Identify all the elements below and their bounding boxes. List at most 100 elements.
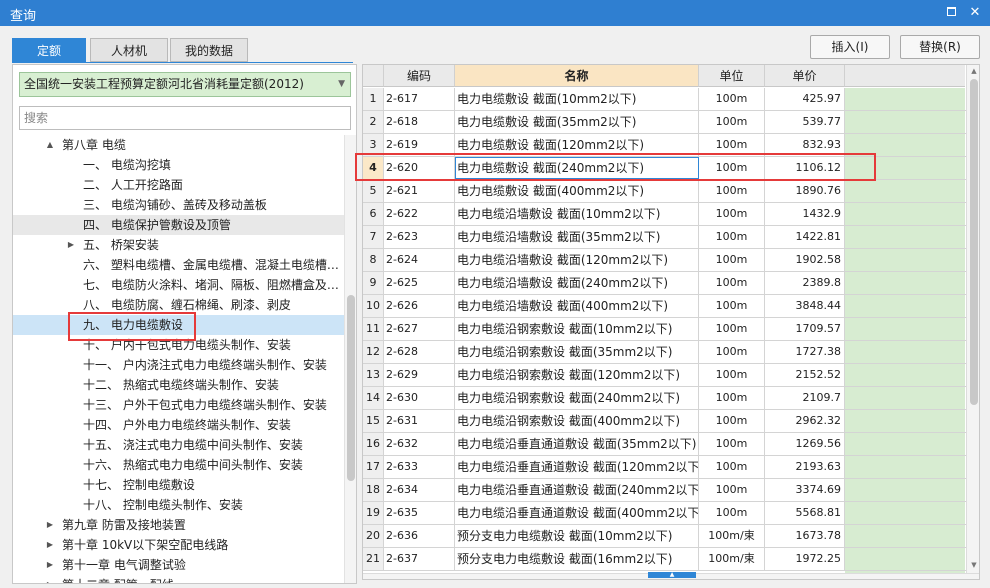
name-cell: 电力电缆沿钢索敷设 截面(35mm2以下) bbox=[455, 341, 699, 363]
tree-scrollbar[interactable] bbox=[344, 135, 356, 583]
expand-arrow-icon[interactable]: ▶ bbox=[45, 575, 55, 583]
tab-labor-material-machine[interactable]: 人材机 bbox=[90, 38, 168, 62]
grid-scrollbar-thumb[interactable] bbox=[970, 79, 978, 405]
price-cell: 5568.81 bbox=[765, 502, 845, 524]
table-row[interactable]: 6 2-622 电力电缆沿墙敷设 截面(10mm2以下) 100m 1432.9 bbox=[363, 203, 967, 226]
tree-item[interactable]: 十七、 控制电缆敷设 bbox=[13, 475, 344, 495]
expand-arrow-icon[interactable]: ▶ bbox=[45, 555, 55, 575]
tab-quota[interactable]: 定额 bbox=[12, 38, 86, 62]
table-row[interactable]: 9 2-625 电力电缆沿墙敷设 截面(240mm2以下) 100m 2389.8 bbox=[363, 272, 967, 295]
tree-item[interactable]: 十四、 户外电力电缆终端头制作、安装 bbox=[13, 415, 344, 435]
table-row[interactable]: 21 2-637 预分支电力电缆敷设 截面(16mm2以下) 100m/束 1972.2… bbox=[363, 548, 967, 571]
code-column-header[interactable]: 编码 bbox=[384, 65, 455, 87]
name-cell: 电力电缆敷设 截面(240mm2以下) bbox=[455, 157, 699, 179]
name-column-header[interactable]: 名称 bbox=[455, 65, 699, 87]
tree-item[interactable]: ▶ 第十章 10kV以下架空配电线路 bbox=[13, 535, 344, 555]
tree-item[interactable]: 十五、 浇注式电力电缆中间头制作、安装 bbox=[13, 435, 344, 455]
tab-my-data[interactable]: 我的数据 bbox=[170, 38, 248, 62]
filler-cell bbox=[845, 341, 965, 363]
tree-item[interactable]: 九、 电力电缆敷设 bbox=[13, 315, 344, 335]
name-cell: 电力电缆沿墙敷设 截面(10mm2以下) bbox=[455, 203, 699, 225]
expand-arrow-icon[interactable]: ▶ bbox=[45, 535, 55, 555]
grid-horizontal-scrollbar[interactable]: ▲ bbox=[363, 572, 979, 579]
tree-item[interactable]: ▶ 第十一章 电气调整试验 bbox=[13, 555, 344, 575]
tree-item[interactable]: 十一、 户内浇注式电力电缆终端头制作、安装 bbox=[13, 355, 344, 375]
price-column-header[interactable]: 单价 bbox=[765, 65, 845, 87]
table-row[interactable]: 14 2-630 电力电缆沿钢索敷设 截面(240mm2以下) 100m 2109.7 bbox=[363, 387, 967, 410]
code-cell: 2-635 bbox=[384, 502, 455, 524]
table-row[interactable]: 10 2-626 电力电缆沿墙敷设 截面(400mm2以下) 100m 3848.44 bbox=[363, 295, 967, 318]
insert-button[interactable]: 插入(I) bbox=[810, 35, 890, 59]
filler-cell bbox=[845, 364, 965, 386]
filler-cell bbox=[845, 203, 965, 225]
tree-item[interactable]: ▶ 第九章 防雷及接地装置 bbox=[13, 515, 344, 535]
unit-cell: 100m bbox=[699, 180, 765, 202]
table-row[interactable]: 15 2-631 电力电缆沿钢索敷设 截面(400mm2以下) 100m 2962.32 bbox=[363, 410, 967, 433]
table-row[interactable]: 5 2-621 电力电缆敷设 截面(400mm2以下) 100m 1890.76 bbox=[363, 180, 967, 203]
table-row[interactable]: 20 2-636 预分支电力电缆敷设 截面(10mm2以下) 100m/束 1673.7… bbox=[363, 525, 967, 548]
code-cell: 2-630 bbox=[384, 387, 455, 409]
tree-item[interactable]: 三、 电缆沟铺砂、盖砖及移动盖板 bbox=[13, 195, 344, 215]
search-input[interactable] bbox=[19, 106, 351, 130]
tree-item[interactable]: 十二、 热缩式电缆终端头制作、安装 bbox=[13, 375, 344, 395]
tree-item[interactable]: 十八、 控制电缆头制作、安装 bbox=[13, 495, 344, 515]
collapse-arrow-icon[interactable]: ▲ bbox=[45, 135, 55, 155]
expand-arrow-icon[interactable]: ▶ bbox=[45, 515, 55, 535]
tree-item[interactable]: ▶ 第十二章 配管、配线 bbox=[13, 575, 344, 583]
filler-cell bbox=[845, 295, 965, 317]
filler-cell bbox=[845, 180, 965, 202]
tree-item-label: 六、 塑料电缆槽、金属电缆槽、混凝土电缆槽… bbox=[83, 258, 339, 272]
table-row[interactable]: 1 2-617 电力电缆敷设 截面(10mm2以下) 100m 425.97 bbox=[363, 88, 967, 111]
unit-cell: 100m bbox=[699, 502, 765, 524]
tree-item[interactable]: 十六、 热缩式电力电缆中间头制作、安装 bbox=[13, 455, 344, 475]
tree-item[interactable]: 十、 户内干包式电力电缆头制作、安装 bbox=[13, 335, 344, 355]
tree-item[interactable]: 二、 人工开挖路面 bbox=[13, 175, 344, 195]
filler-cell bbox=[845, 111, 965, 133]
tree-item[interactable]: 四、 电缆保护管敷设及顶管 bbox=[13, 215, 344, 235]
unit-cell: 100m bbox=[699, 272, 765, 294]
scroll-up-icon[interactable]: ▲ bbox=[967, 65, 979, 77]
tree-item-label: 八、 电缆防腐、缠石棉绳、刷漆、剥皮 bbox=[83, 298, 291, 312]
close-icon[interactable]: ✕ bbox=[966, 4, 984, 22]
tree-item-label: 一、 电缆沟挖填 bbox=[83, 158, 171, 172]
row-number: 4 bbox=[363, 157, 384, 179]
tree-item[interactable]: 七、 电缆防火涂料、堵洞、隔板、阻燃槽盒及… bbox=[13, 275, 344, 295]
name-cell: 电力电缆沿垂直通道敷设 截面(240mm2以下) bbox=[455, 479, 699, 501]
tree-item-label: 第八章 电缆 bbox=[62, 138, 126, 152]
filler-cell bbox=[845, 134, 965, 156]
tree-scrollbar-thumb[interactable] bbox=[347, 295, 355, 481]
table-row[interactable]: 12 2-628 电力电缆沿钢索敷设 截面(35mm2以下) 100m 1727.38 bbox=[363, 341, 967, 364]
table-row[interactable]: 13 2-629 电力电缆沿钢索敷设 截面(120mm2以下) 100m 2152.52 bbox=[363, 364, 967, 387]
unit-column-header[interactable]: 单位 bbox=[699, 65, 765, 87]
table-row[interactable]: 2 2-618 电力电缆敷设 截面(35mm2以下) 100m 539.77 bbox=[363, 111, 967, 134]
price-cell: 1709.57 bbox=[765, 318, 845, 340]
table-row[interactable]: 4 2-620 电力电缆敷设 截面(240mm2以下) 100m 1106.12 bbox=[363, 157, 967, 180]
tree-item[interactable]: 六、 塑料电缆槽、金属电缆槽、混凝土电缆槽… bbox=[13, 255, 344, 275]
table-row[interactable]: 16 2-632 电力电缆沿垂直通道敷设 截面(35mm2以下) 100m 1269.5… bbox=[363, 433, 967, 456]
name-cell: 预分支电力电缆敷设 截面(16mm2以下) bbox=[455, 548, 699, 570]
tree-item[interactable]: 八、 电缆防腐、缠石棉绳、刷漆、剥皮 bbox=[13, 295, 344, 315]
table-row[interactable]: 11 2-627 电力电缆沿钢索敷设 截面(10mm2以下) 100m 1709.57 bbox=[363, 318, 967, 341]
replace-button[interactable]: 替换(R) bbox=[900, 35, 980, 59]
tree-item[interactable]: 一、 电缆沟挖填 bbox=[13, 155, 344, 175]
maximize-icon[interactable] bbox=[942, 4, 960, 22]
tree-item[interactable]: 十三、 户外干包式电力电缆终端头制作、安装 bbox=[13, 395, 344, 415]
grid-vertical-scrollbar[interactable]: ▲ ▼ bbox=[966, 65, 979, 573]
splitter-grip-icon[interactable]: ▲ bbox=[648, 572, 696, 578]
scroll-down-icon[interactable]: ▼ bbox=[967, 559, 979, 571]
row-number: 14 bbox=[363, 387, 384, 409]
quota-library-select[interactable]: 全国统一安装工程预算定额河北省消耗量定额(2012) ▼ bbox=[19, 72, 351, 97]
table-row[interactable]: 3 2-619 电力电缆敷设 截面(120mm2以下) 100m 832.93 bbox=[363, 134, 967, 157]
table-row[interactable]: 18 2-634 电力电缆沿垂直通道敷设 截面(240mm2以下) 100m 3374.… bbox=[363, 479, 967, 502]
table-row[interactable]: 7 2-623 电力电缆沿墙敷设 截面(35mm2以下) 100m 1422.81 bbox=[363, 226, 967, 249]
code-cell: 2-618 bbox=[384, 111, 455, 133]
price-cell: 2962.32 bbox=[765, 410, 845, 432]
table-row[interactable]: 19 2-635 电力电缆沿垂直通道敷设 截面(400mm2以下) 100m 5568.… bbox=[363, 502, 967, 525]
price-cell: 2193.63 bbox=[765, 456, 845, 478]
window-title: 查询 bbox=[10, 9, 37, 24]
tree-item[interactable]: ▶ 五、 桥架安装 bbox=[13, 235, 344, 255]
table-row[interactable]: 8 2-624 电力电缆沿墙敷设 截面(120mm2以下) 100m 1902.58 bbox=[363, 249, 967, 272]
table-row[interactable]: 17 2-633 电力电缆沿垂直通道敷设 截面(120mm2以下) 100m 2193.… bbox=[363, 456, 967, 479]
expand-arrow-icon[interactable]: ▶ bbox=[66, 235, 76, 255]
tree-item[interactable]: ▲ 第八章 电缆 bbox=[13, 135, 344, 155]
